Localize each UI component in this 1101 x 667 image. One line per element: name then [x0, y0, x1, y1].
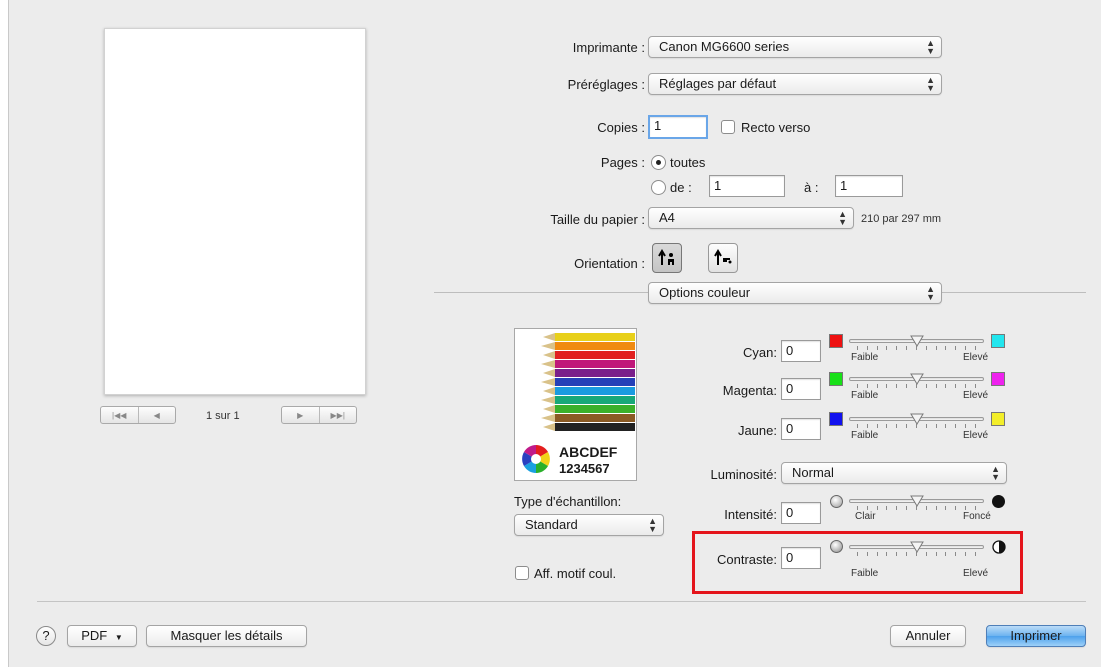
pages-to-field[interactable]: 1: [835, 175, 903, 197]
slider-thumb-icon[interactable]: [910, 335, 924, 347]
copies-label: Copies :: [597, 120, 645, 135]
printer-value: Canon MG6600 series: [659, 39, 790, 54]
sample-type-label: Type d'échantillon:: [514, 494, 622, 509]
pages-range-radio[interactable]: [651, 180, 666, 195]
yellow-low-label: Faible: [851, 430, 879, 441]
pages-label: Pages :: [600, 155, 645, 170]
hide-details-button[interactable]: Masquer les détails: [146, 625, 307, 647]
presets-select[interactable]: Réglages par défaut ▲ ▼: [648, 73, 942, 95]
section-select[interactable]: Options couleur ▲ ▼: [648, 282, 942, 304]
contrast-highlight-box: [692, 531, 1023, 594]
print-button[interactable]: Imprimer: [986, 625, 1086, 647]
magenta-high-label: Elevé: [963, 390, 989, 401]
magenta-low-label: Faible: [851, 390, 879, 401]
cyan-label: Cyan:: [743, 345, 777, 360]
intensity-high-label: Foncé: [963, 511, 991, 522]
pages-from-field[interactable]: 1: [709, 175, 785, 197]
pages-all-label: toutes: [670, 155, 706, 170]
pdf-button[interactable]: PDF ▼: [67, 625, 137, 647]
help-icon[interactable]: ?: [36, 626, 56, 646]
brightness-select[interactable]: Normal ▲ ▼: [781, 462, 1007, 484]
duplex-label: Recto verso: [741, 120, 811, 135]
intensity-label: Intensité:: [724, 507, 777, 522]
orientation-label: Orientation :: [574, 256, 645, 271]
color-sample-image: ABCDEF 1234567: [514, 328, 637, 481]
cyan-high-label: Elevé: [963, 352, 989, 363]
intensity-field[interactable]: 0: [781, 502, 821, 524]
slider-thumb-icon[interactable]: [910, 373, 924, 385]
popup-arrows-icon: ▲ ▼: [991, 464, 1000, 482]
printer-label: Imprimante :: [572, 40, 645, 55]
sample-type-select[interactable]: Standard ▲ ▼: [514, 514, 664, 536]
pattern-label: Aff. motif coul.: [534, 566, 617, 581]
orientation-landscape-button[interactable]: [708, 243, 738, 273]
magenta-low-swatch: [829, 372, 843, 386]
cyan-field[interactable]: 0: [781, 340, 821, 362]
magenta-field[interactable]: 0: [781, 378, 821, 400]
cyan-high-swatch: [991, 334, 1005, 348]
colored-pencils-image: [541, 333, 635, 431]
print-dialog: |◀◀ ◀ 1 sur 1 ▶ ▶▶| Imprimante : Canon M…: [8, 0, 1101, 667]
pages-all-radio[interactable]: [651, 155, 666, 170]
cyan-low-swatch: [829, 334, 843, 348]
section-divider-left: [434, 292, 648, 293]
magenta-high-swatch: [991, 372, 1005, 386]
printer-select[interactable]: Canon MG6600 series ▲ ▼: [648, 36, 942, 58]
slider-thumb-icon[interactable]: [910, 495, 924, 507]
section-divider-right: [942, 292, 1086, 293]
yellow-low-swatch: [829, 412, 843, 426]
popup-arrows-icon: ▲ ▼: [926, 75, 935, 93]
pages-from-label: de :: [670, 180, 692, 195]
next-page-icon[interactable]: ▶: [282, 407, 320, 423]
intensity-low-label: Clair: [855, 511, 876, 522]
magenta-label: Magenta:: [722, 383, 777, 398]
paper-size-value: A4: [659, 210, 675, 225]
popup-arrows-icon: ▲ ▼: [838, 209, 847, 227]
yellow-label: Jaune:: [737, 423, 777, 438]
light-icon: [830, 495, 843, 508]
presets-label: Préréglages :: [567, 77, 645, 92]
pages-to-label: à :: [804, 180, 819, 195]
section-value: Options couleur: [659, 285, 751, 300]
orientation-portrait-button[interactable]: [652, 243, 682, 273]
copies-field[interactable]: 1: [648, 115, 708, 139]
dark-icon: [992, 495, 1005, 508]
brightness-label: Luminosité:: [710, 467, 777, 482]
first-page-icon[interactable]: |◀◀: [101, 407, 139, 423]
landscape-icon: [714, 249, 732, 265]
yellow-field[interactable]: 0: [781, 418, 821, 440]
page-preview: [104, 28, 366, 395]
prev-page-buttons[interactable]: |◀◀ ◀: [100, 406, 176, 424]
page-indicator: 1 sur 1: [206, 410, 240, 422]
last-page-icon[interactable]: ▶▶|: [320, 407, 357, 423]
color-wheel-icon: [522, 445, 550, 473]
brightness-value: Normal: [792, 465, 834, 480]
popup-arrows-icon: ▲ ▼: [926, 38, 935, 56]
paper-dimensions: 210 par 297 mm: [861, 213, 942, 225]
cyan-low-label: Faible: [851, 352, 879, 363]
yellow-high-label: Elevé: [963, 430, 989, 441]
portrait-icon: [658, 249, 674, 265]
pdf-menu-chevron-icon: ▼: [114, 633, 123, 642]
cancel-button[interactable]: Annuler: [890, 625, 966, 647]
pattern-checkbox[interactable]: [515, 566, 529, 580]
popup-arrows-icon: ▲ ▼: [648, 516, 657, 534]
next-page-buttons[interactable]: ▶ ▶▶|: [281, 406, 357, 424]
prev-page-icon[interactable]: ◀: [139, 407, 176, 423]
sample-type-value: Standard: [525, 517, 578, 532]
footer-divider: [37, 601, 1086, 602]
sample-text-letters: ABCDEF: [559, 444, 618, 460]
slider-thumb-icon[interactable]: [910, 413, 924, 425]
presets-value: Réglages par défaut: [659, 76, 777, 91]
paper-size-label: Taille du papier :: [550, 212, 645, 227]
paper-size-select[interactable]: A4 ▲ ▼: [648, 207, 854, 229]
duplex-checkbox[interactable]: [721, 120, 735, 134]
sample-text-digits: 1234567: [559, 461, 610, 476]
yellow-high-swatch: [991, 412, 1005, 426]
pdf-label: PDF: [81, 628, 108, 643]
popup-arrows-icon: ▲ ▼: [926, 284, 935, 302]
